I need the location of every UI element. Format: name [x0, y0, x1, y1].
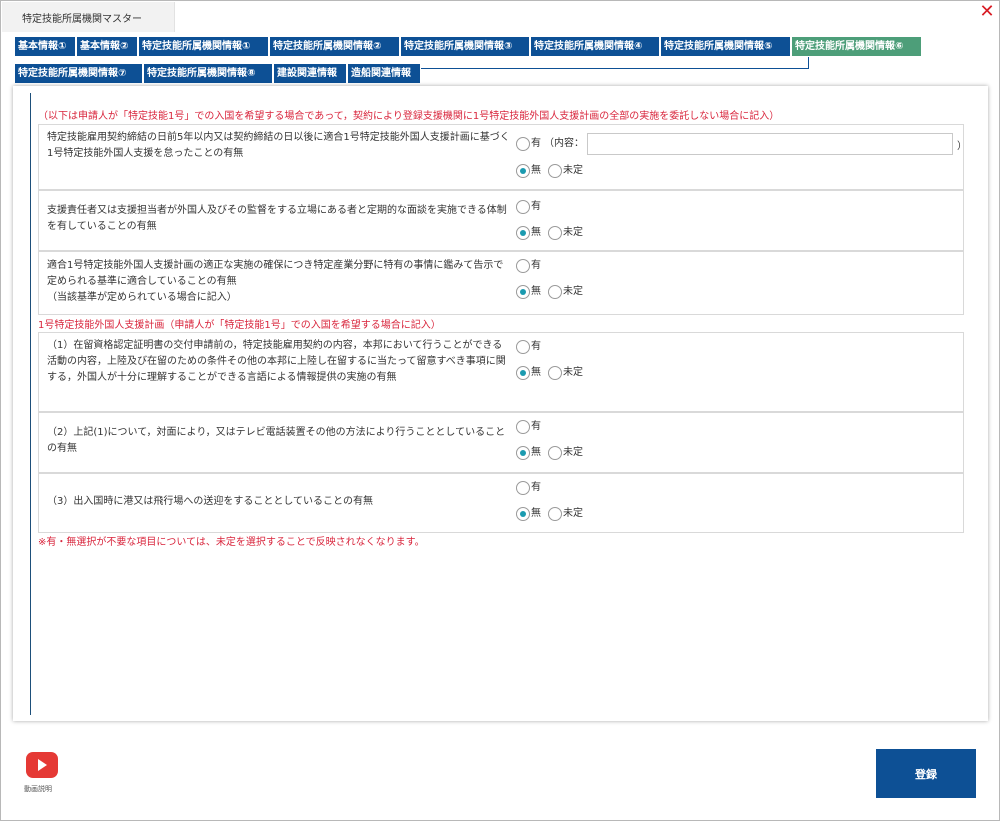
- youtube-play-icon[interactable]: [26, 752, 58, 778]
- question-text: （1）在留資格認定証明書の交付申請前の，特定技能雇用契約の内容，本邦において行う…: [47, 340, 506, 383]
- panel-left-line: [30, 93, 31, 715]
- tab-shipbuilding[interactable]: 造船関連情報: [347, 63, 421, 84]
- content-prefix: （内容：: [544, 138, 584, 149]
- option-yes[interactable]: 有: [516, 420, 541, 434]
- radio-undecided[interactable]: [548, 226, 562, 240]
- question-row-4: （1）在留資格認定証明書の交付申請前の，特定技能雇用契約の内容，本邦において行う…: [38, 332, 964, 412]
- section-note-top: （以下は申請人が「特定技能1号」での入国を希望する場合であって，契約により登録支…: [38, 111, 780, 122]
- radio-no[interactable]: [516, 366, 530, 380]
- radio-no[interactable]: [516, 507, 530, 521]
- option-no[interactable]: 無: [516, 164, 541, 178]
- question-text: （3）出入国時に港又は飛行場への送迎をすることとしていることの有無: [47, 496, 373, 507]
- content-panel: （以下は申請人が「特定技能1号」での入国を希望する場合であって，契約により登録支…: [13, 86, 988, 721]
- option-undecided[interactable]: 未定: [548, 226, 583, 240]
- option-no[interactable]: 無: [516, 446, 541, 460]
- option-no[interactable]: 無: [516, 366, 541, 380]
- question-row-2: 支援責任者又は支援担当者が外国人及びその監督をする立場にある者と定期的な面談を実…: [38, 190, 964, 251]
- question-subtext: （当該基準が定められている場合に記入）: [47, 292, 237, 303]
- option-yes[interactable]: 有: [516, 137, 541, 151]
- tab-org-info-2[interactable]: 特定技能所属機関情報②: [269, 36, 400, 57]
- tab-org-info-1[interactable]: 特定技能所属機関情報①: [138, 36, 269, 57]
- radio-undecided[interactable]: [548, 446, 562, 460]
- question-row-3: 適合1号特定技能外国人支援計画の適正な実施の確保につき特定産業分野に特有の事情に…: [38, 251, 964, 315]
- option-no[interactable]: 無: [516, 226, 541, 240]
- content-input[interactable]: [587, 133, 953, 155]
- window-title: 特定技能所属機関マスター: [2, 2, 175, 32]
- radio-yes[interactable]: [516, 259, 530, 273]
- question-row-6: （3）出入国時に港又は飛行場への送迎をすることとしていることの有無 有 無 未定: [38, 473, 964, 533]
- tab-org-info-8[interactable]: 特定技能所属機関情報⑧: [143, 63, 273, 84]
- option-undecided[interactable]: 未定: [548, 507, 583, 521]
- option-undecided[interactable]: 未定: [548, 164, 583, 178]
- section-note-support-plan: 1号特定技能外国人支援計画（申請人が「特定技能1号」での入国を希望する場合に記入…: [38, 320, 441, 331]
- register-button[interactable]: 登録: [876, 749, 976, 798]
- question-text: （2）上記(1)について，対面により，又はテレビ電話装置その他の方法により行うこ…: [47, 427, 506, 454]
- radio-undecided[interactable]: [548, 507, 562, 521]
- radio-yes[interactable]: [516, 340, 530, 354]
- radio-undecided[interactable]: [548, 164, 562, 178]
- footer-note: ※有・無選択が不要な項目については、未定を選択することで反映されなくなります。: [38, 537, 425, 548]
- option-yes[interactable]: 有: [516, 340, 541, 354]
- tab-org-info-3[interactable]: 特定技能所属機関情報③: [400, 36, 530, 57]
- radio-no[interactable]: [516, 285, 530, 299]
- option-yes[interactable]: 有: [516, 481, 541, 495]
- radio-undecided[interactable]: [548, 366, 562, 380]
- option-undecided[interactable]: 未定: [548, 446, 583, 460]
- video-explanation-label: 動画説明: [24, 785, 52, 793]
- option-no[interactable]: 無: [516, 507, 541, 521]
- option-no[interactable]: 無: [516, 285, 541, 299]
- question-text-block: 適合1号特定技能外国人支援計画の適正な実施の確保につき特定産業分野に特有の事情に…: [47, 258, 512, 306]
- radio-yes[interactable]: [516, 481, 530, 495]
- question-text: 特定技能雇用契約締結の日前5年以内又は契約締結の日以後に適合1号特定技能外国人支…: [47, 132, 510, 159]
- tab-org-info-6[interactable]: 特定技能所属機関情報⑥: [791, 36, 922, 57]
- question-row-1: 特定技能雇用契約締結の日前5年以内又は契約締結の日以後に適合1号特定技能外国人支…: [38, 124, 967, 190]
- tab-underline: [421, 68, 809, 69]
- tab-construction[interactable]: 建設関連情報: [273, 63, 347, 84]
- content-suffix: ）: [957, 141, 967, 152]
- radio-yes[interactable]: [516, 200, 530, 214]
- dialog-window: 特定技能所属機関マスター ✕ 基本情報① 基本情報② 特定技能所属機関情報① 特…: [0, 0, 1000, 821]
- tab-org-info-5[interactable]: 特定技能所属機関情報⑤: [660, 36, 791, 57]
- tab-basic-2[interactable]: 基本情報②: [76, 36, 138, 57]
- question-text: 適合1号特定技能外国人支援計画の適正な実施の確保につき特定産業分野に特有の事情に…: [47, 260, 504, 287]
- radio-no[interactable]: [516, 164, 530, 178]
- option-yes[interactable]: 有: [516, 259, 541, 273]
- tab-org-info-4[interactable]: 特定技能所属機関情報④: [530, 36, 660, 57]
- option-undecided[interactable]: 未定: [548, 285, 583, 299]
- close-icon[interactable]: ✕: [978, 3, 996, 21]
- radio-yes[interactable]: [516, 420, 530, 434]
- option-yes[interactable]: 有: [516, 200, 541, 214]
- radio-no[interactable]: [516, 446, 530, 460]
- question-row-5: （2）上記(1)について，対面により，又はテレビ電話装置その他の方法により行うこ…: [38, 412, 964, 473]
- tab-basic-1[interactable]: 基本情報①: [14, 36, 76, 57]
- radio-yes[interactable]: [516, 137, 530, 151]
- question-text: 支援責任者又は支援担当者が外国人及びその監督をする立場にある者と定期的な面談を実…: [47, 205, 507, 232]
- radio-no[interactable]: [516, 226, 530, 240]
- radio-undecided[interactable]: [548, 285, 562, 299]
- tab-connector: [808, 57, 809, 69]
- option-undecided[interactable]: 未定: [548, 366, 583, 380]
- tab-org-info-7[interactable]: 特定技能所属機関情報⑦: [14, 63, 143, 84]
